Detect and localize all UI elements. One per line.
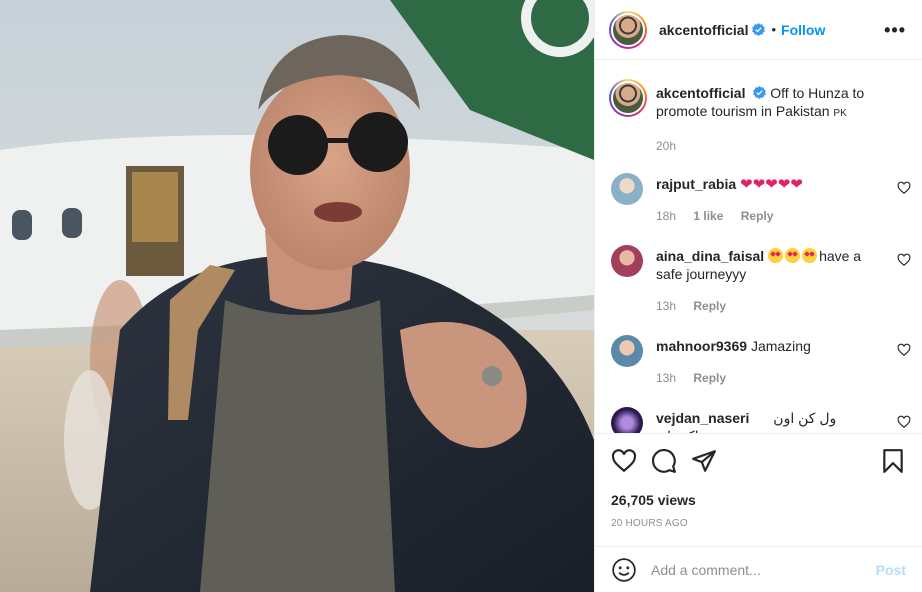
- comment-icon[interactable]: [651, 448, 677, 474]
- comment-text: Jamazing: [750, 338, 811, 354]
- post-actions: 26,705 views 20 HOURS AGO: [595, 433, 922, 545]
- follow-button[interactable]: Follow: [781, 22, 825, 38]
- comment-like-heart-icon[interactable]: [897, 343, 911, 357]
- separator-dot: •: [771, 22, 777, 37]
- add-comment-bar: Post: [595, 546, 922, 592]
- post-header: akcentofficial • Follow •••: [595, 0, 922, 60]
- commenter-username[interactable]: vejdan_naseri: [656, 410, 749, 426]
- commenter-avatar[interactable]: [611, 407, 643, 433]
- comment-likes[interactable]: 1 like: [693, 209, 723, 223]
- comment-text: ❤❤❤❤❤: [740, 176, 803, 193]
- commenter-username[interactable]: mahnoor9369: [656, 338, 747, 354]
- star-struck-emoji-icon: [768, 248, 784, 263]
- caption-author-avatar[interactable]: [609, 79, 647, 117]
- star-struck-emoji-icon: [802, 248, 818, 263]
- bookmark-icon[interactable]: [880, 448, 906, 474]
- comment-time[interactable]: 13h: [656, 371, 676, 385]
- caption-time[interactable]: 20h: [656, 137, 896, 155]
- star-struck-emoji-icon: [785, 248, 801, 263]
- post-time-ago[interactable]: 20 HOURS AGO: [611, 518, 688, 529]
- commenter-username[interactable]: rajput_rabia: [656, 176, 736, 192]
- reply-button[interactable]: Reply: [693, 371, 726, 385]
- comments-list[interactable]: akcentofficial Off to Hunza to promote t…: [595, 61, 922, 433]
- paper-plane-icon[interactable]: [691, 448, 717, 474]
- commenter-avatar[interactable]: [611, 335, 643, 367]
- verified-badge-icon: [753, 86, 767, 99]
- commenter-avatar[interactable]: [611, 173, 643, 205]
- reply-button[interactable]: Reply: [741, 209, 774, 223]
- pk-flag-text: PK: [833, 108, 847, 119]
- post-video[interactable]: [0, 0, 594, 592]
- comment-input[interactable]: [651, 561, 871, 578]
- more-options-icon[interactable]: •••: [884, 21, 906, 39]
- post-comment-button[interactable]: Post: [876, 562, 906, 578]
- heart-icon[interactable]: [611, 448, 637, 474]
- reply-button[interactable]: Reply: [693, 299, 726, 313]
- verified-badge-icon: [752, 23, 766, 36]
- post-sidebar: akcentofficial • Follow ••• akcentoffici…: [594, 0, 922, 592]
- emoji-smile-icon[interactable]: [611, 557, 637, 583]
- view-count[interactable]: 26,705 views: [611, 492, 696, 508]
- comment-like-heart-icon[interactable]: [897, 181, 911, 195]
- comment-like-heart-icon[interactable]: [897, 415, 911, 429]
- caption-username[interactable]: akcentofficial: [656, 85, 745, 101]
- author-username[interactable]: akcentofficial: [659, 22, 748, 38]
- comment-time[interactable]: 13h: [656, 299, 676, 313]
- author-avatar[interactable]: [609, 10, 647, 49]
- commenter-avatar[interactable]: [611, 245, 643, 277]
- instagram-post-modal: akcentofficial • Follow ••• akcentoffici…: [0, 0, 922, 592]
- comment-time[interactable]: 18h: [656, 209, 676, 223]
- commenter-username[interactable]: aina_dina_faisal: [656, 248, 764, 264]
- comment-like-heart-icon[interactable]: [897, 253, 911, 267]
- video-frame-illustration: [0, 0, 594, 592]
